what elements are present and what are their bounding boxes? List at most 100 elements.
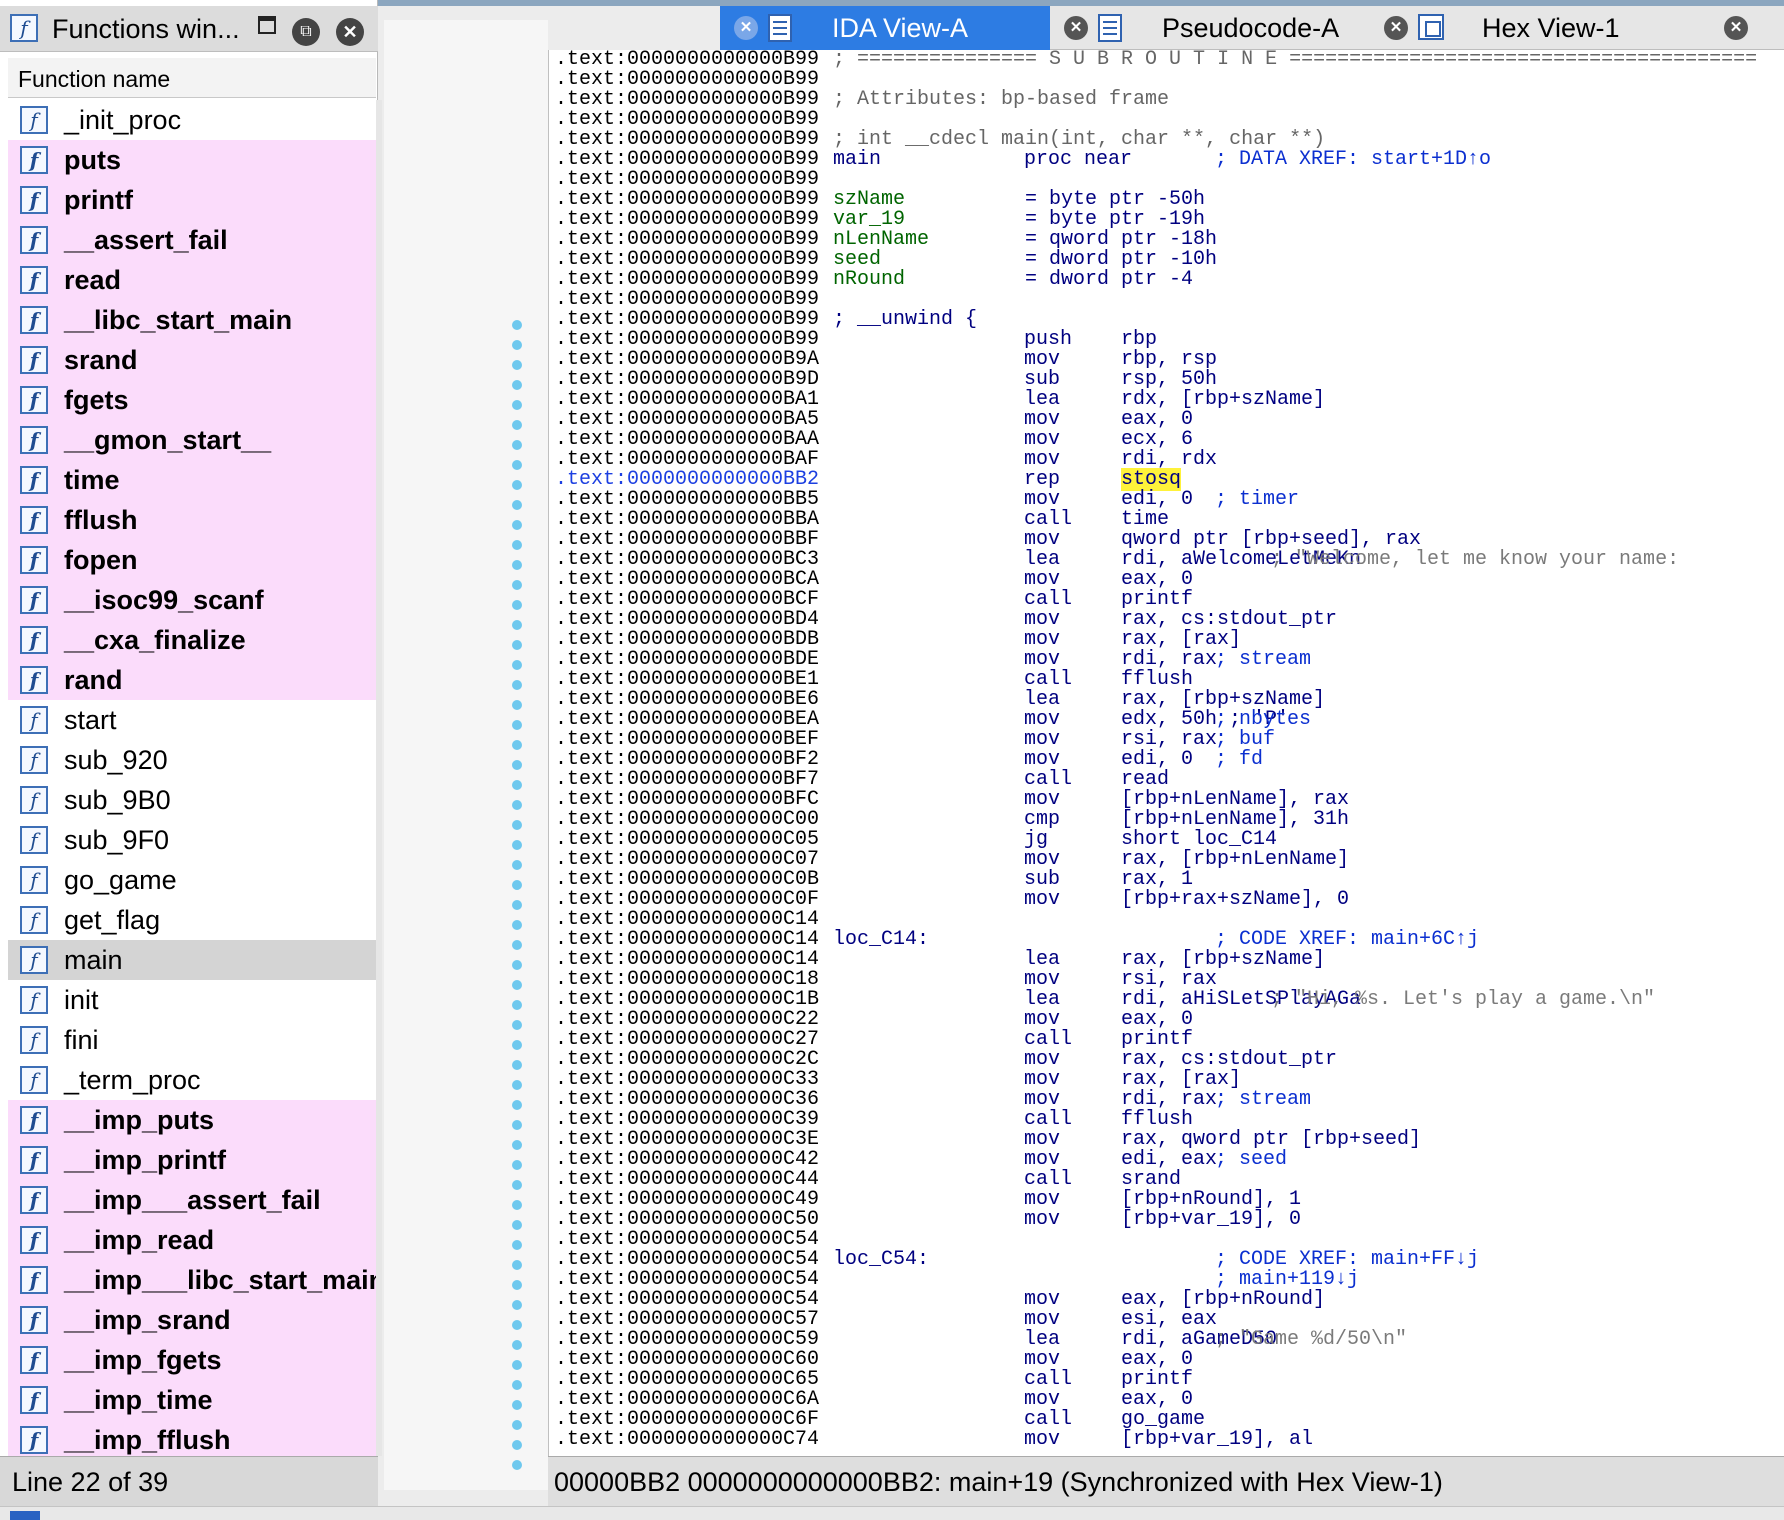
listing-line[interactable]: .text:0000000000000B99 szName = byte ptr -… (555, 190, 1784, 210)
function-list-item[interactable]: f __cxa_finalize (8, 620, 376, 660)
listing-line[interactable]: .text:0000000000000C1B lea rdi, aHiSLetSPl… (555, 990, 1784, 1010)
listing-line[interactable]: .text:0000000000000C36 mov rdi, rax; strea… (555, 1090, 1784, 1110)
listing-line[interactable]: .text:0000000000000C74 mov [rbp+var_19], a… (555, 1430, 1784, 1450)
function-list-item[interactable]: f __imp___assert_fail (8, 1180, 376, 1220)
function-list-item[interactable]: f __isoc99_scanf (8, 580, 376, 620)
function-list-item[interactable]: f __imp_time (8, 1380, 376, 1420)
cursor-token[interactable]: stosq (1121, 468, 1182, 491)
function-list-item[interactable]: f fgets (8, 380, 376, 420)
float-window-icon[interactable]: ⧉ (292, 18, 320, 46)
listing-line[interactable]: .text:0000000000000B99 ; Attributes: bp-b… (555, 90, 1784, 110)
function-list-item[interactable]: f __libc_start_main (8, 300, 376, 340)
listing-line[interactable]: .text:0000000000000C42 mov edi, eax; seed (555, 1150, 1784, 1170)
function-list-item[interactable]: f _term_proc (8, 1060, 376, 1100)
listing-line[interactable]: .text:0000000000000BB2 rep stosq (555, 468, 1784, 491)
listing-line[interactable]: .text:0000000000000BAF mov rdi, rdx (555, 450, 1784, 470)
listing-line[interactable]: .text:0000000000000BEF mov rsi, rax; buf (555, 730, 1784, 750)
listing-line[interactable]: .text:0000000000000C54 ; main+119↓j (555, 1270, 1784, 1290)
function-list-item[interactable]: f rand (8, 660, 376, 700)
listing-line[interactable]: .text:0000000000000BA5 mov eax, 0 (555, 410, 1784, 430)
function-list-item[interactable]: f __imp_fgets (8, 1340, 376, 1380)
function-list-item[interactable]: f srand (8, 340, 376, 380)
function-list-item[interactable]: f __imp_printf (8, 1140, 376, 1180)
listing-line[interactable]: .text:0000000000000C39 call fflush (555, 1110, 1784, 1130)
listing-line[interactable]: .text:0000000000000B9D sub rsp, 50h (555, 370, 1784, 390)
listing-line[interactable]: .text:0000000000000B99 (555, 290, 1784, 310)
listing-line[interactable]: .text:0000000000000BC3 lea rdi, aWelcomeLe… (555, 550, 1784, 570)
listing-line[interactable]: .text:0000000000000C05 jg short loc_C14 (555, 830, 1784, 850)
function-list-item[interactable]: f fflush (8, 500, 376, 540)
listing-line[interactable]: .text:0000000000000B99 ; __unwind { (555, 310, 1784, 330)
listing-line[interactable]: .text:0000000000000B99 nRound = dword ptr … (555, 270, 1784, 290)
function-list-scrollbar[interactable] (376, 100, 382, 1456)
function-list-item[interactable]: f __imp___libc_start_main (8, 1260, 376, 1300)
listing-line[interactable]: .text:0000000000000C07 mov rax, [rbp+nLenN… (555, 850, 1784, 870)
close-tab-icon[interactable]: ✕ (1384, 16, 1408, 40)
close-tab-icon[interactable]: ✕ (734, 16, 758, 40)
listing-line[interactable]: .text:0000000000000BF2 mov edi, 0 ; fd (555, 750, 1784, 770)
function-list-item[interactable]: f _init_proc (8, 100, 376, 140)
listing-line[interactable]: .text:0000000000000B99 (555, 70, 1784, 90)
listing-line[interactable]: .text:0000000000000B99 (555, 110, 1784, 130)
listing-line[interactable]: .text:0000000000000BDB mov rax, [rax] (555, 630, 1784, 650)
listing-line[interactable]: .text:0000000000000B99 ; =============== … (555, 50, 1784, 70)
listing-line[interactable]: .text:0000000000000C00 cmp [rbp+nLenName],… (555, 810, 1784, 830)
function-list-item[interactable]: f sub_9F0 (8, 820, 376, 860)
function-list-item[interactable]: f init (8, 980, 376, 1020)
listing-line[interactable]: .text:0000000000000C14 lea rax, [rbp+szNam… (555, 950, 1784, 970)
listing-line[interactable]: .text:0000000000000BE1 call fflush (555, 670, 1784, 690)
tab-hex-view-1[interactable]: ✕ Hex View-1 (1370, 6, 1700, 50)
close-icon[interactable]: ✕ (336, 18, 364, 46)
listing-line[interactable]: .text:0000000000000C0F mov [rbp+rax+szName… (555, 890, 1784, 910)
listing-line[interactable]: .text:0000000000000C59 lea rdi, aGameD50; … (555, 1330, 1784, 1350)
function-list-item[interactable]: f time (8, 460, 376, 500)
function-list-item[interactable]: f puts (8, 140, 376, 180)
close-tab-icon[interactable]: ✕ (1064, 16, 1088, 40)
function-list-item[interactable]: f fini (8, 1020, 376, 1060)
listing-line[interactable]: .text:0000000000000BB5 mov edi, 0 ; timer (555, 490, 1784, 510)
function-list-item[interactable]: f read (8, 260, 376, 300)
function-list-item[interactable]: f sub_9B0 (8, 780, 376, 820)
listing-line[interactable]: .text:0000000000000BD4 mov rax, cs:stdout_… (555, 610, 1784, 630)
listing-line[interactable]: .text:0000000000000C6A mov eax, 0 (555, 1390, 1784, 1410)
listing-line[interactable]: .text:0000000000000C0B sub rax, 1 (555, 870, 1784, 890)
listing-line[interactable]: .text:0000000000000BE6 lea rax, [rbp+szNam… (555, 690, 1784, 710)
disassembly-listing[interactable]: .text:0000000000000B99 ; =============== … (548, 50, 1784, 1456)
listing-line[interactable]: .text:0000000000000C22 mov eax, 0 (555, 1010, 1784, 1030)
listing-line[interactable]: .text:0000000000000C33 mov rax, [rax] (555, 1070, 1784, 1090)
function-list-item[interactable]: f get_flag (8, 900, 376, 940)
function-list-item[interactable]: f fopen (8, 540, 376, 580)
function-list-item[interactable]: f start (8, 700, 376, 740)
function-list-item[interactable]: f __imp_srand (8, 1300, 376, 1340)
listing-line[interactable]: .text:0000000000000BAA mov ecx, 6 (555, 430, 1784, 450)
listing-line[interactable]: .text:0000000000000C65 call printf (555, 1370, 1784, 1390)
listing-line[interactable]: .text:0000000000000BFC mov [rbp+nLenName],… (555, 790, 1784, 810)
function-list-item[interactable]: f __gmon_start__ (8, 420, 376, 460)
function-list-item[interactable]: f __imp_puts (8, 1100, 376, 1140)
listing-line[interactable]: .text:0000000000000C44 call srand (555, 1170, 1784, 1190)
listing-line[interactable]: .text:0000000000000C27 call printf (555, 1030, 1784, 1050)
tab-overflow[interactable]: ✕ (1710, 6, 1784, 50)
functions-window-tab[interactable]: f Functions win... ⧉ ✕ (0, 6, 378, 52)
listing-line[interactable]: .text:0000000000000C60 mov eax, 0 (555, 1350, 1784, 1370)
function-list-item[interactable]: f __assert_fail (8, 220, 376, 260)
listing-line[interactable]: .text:0000000000000C49 mov [rbp+nRound], 1 (555, 1190, 1784, 1210)
listing-line[interactable]: .text:0000000000000B99 main proc near ; DAT… (555, 150, 1784, 170)
listing-line[interactable]: .text:0000000000000C6F call go_game (555, 1410, 1784, 1430)
column-header-function-name[interactable]: Function name (8, 58, 376, 98)
listing-line[interactable]: .text:0000000000000B99 nLenName = qword pt… (555, 230, 1784, 250)
listing-line[interactable]: .text:0000000000000BDE mov rdi, rax; strea… (555, 650, 1784, 670)
listing-line[interactable]: .text:0000000000000B99 (555, 170, 1784, 190)
listing-line[interactable]: .text:0000000000000C57 mov esi, eax (555, 1310, 1784, 1330)
listing-line[interactable]: .text:0000000000000B99 push rbp (555, 330, 1784, 350)
listing-line[interactable]: .text:0000000000000C54 (555, 1230, 1784, 1250)
listing-line[interactable]: .text:0000000000000B99 var_19 = byte ptr -… (555, 210, 1784, 230)
listing-line[interactable]: .text:0000000000000B99 ; int __cdecl main… (555, 130, 1784, 150)
listing-line[interactable]: .text:0000000000000C14 (555, 910, 1784, 930)
listing-line[interactable]: .text:0000000000000C3E mov rax, qword ptr … (555, 1130, 1784, 1150)
function-list-item[interactable]: f __imp_fflush (8, 1420, 376, 1456)
listing-line[interactable]: .text:0000000000000B99 seed = dword ptr -1… (555, 250, 1784, 270)
listing-line[interactable]: .text:0000000000000BEA mov edx, 50h ; 'P';… (555, 710, 1784, 730)
listing-line[interactable]: .text:0000000000000C18 mov rsi, rax (555, 970, 1784, 990)
tab-pseudocode-a[interactable]: ✕ Pseudocode-A (1050, 6, 1370, 50)
